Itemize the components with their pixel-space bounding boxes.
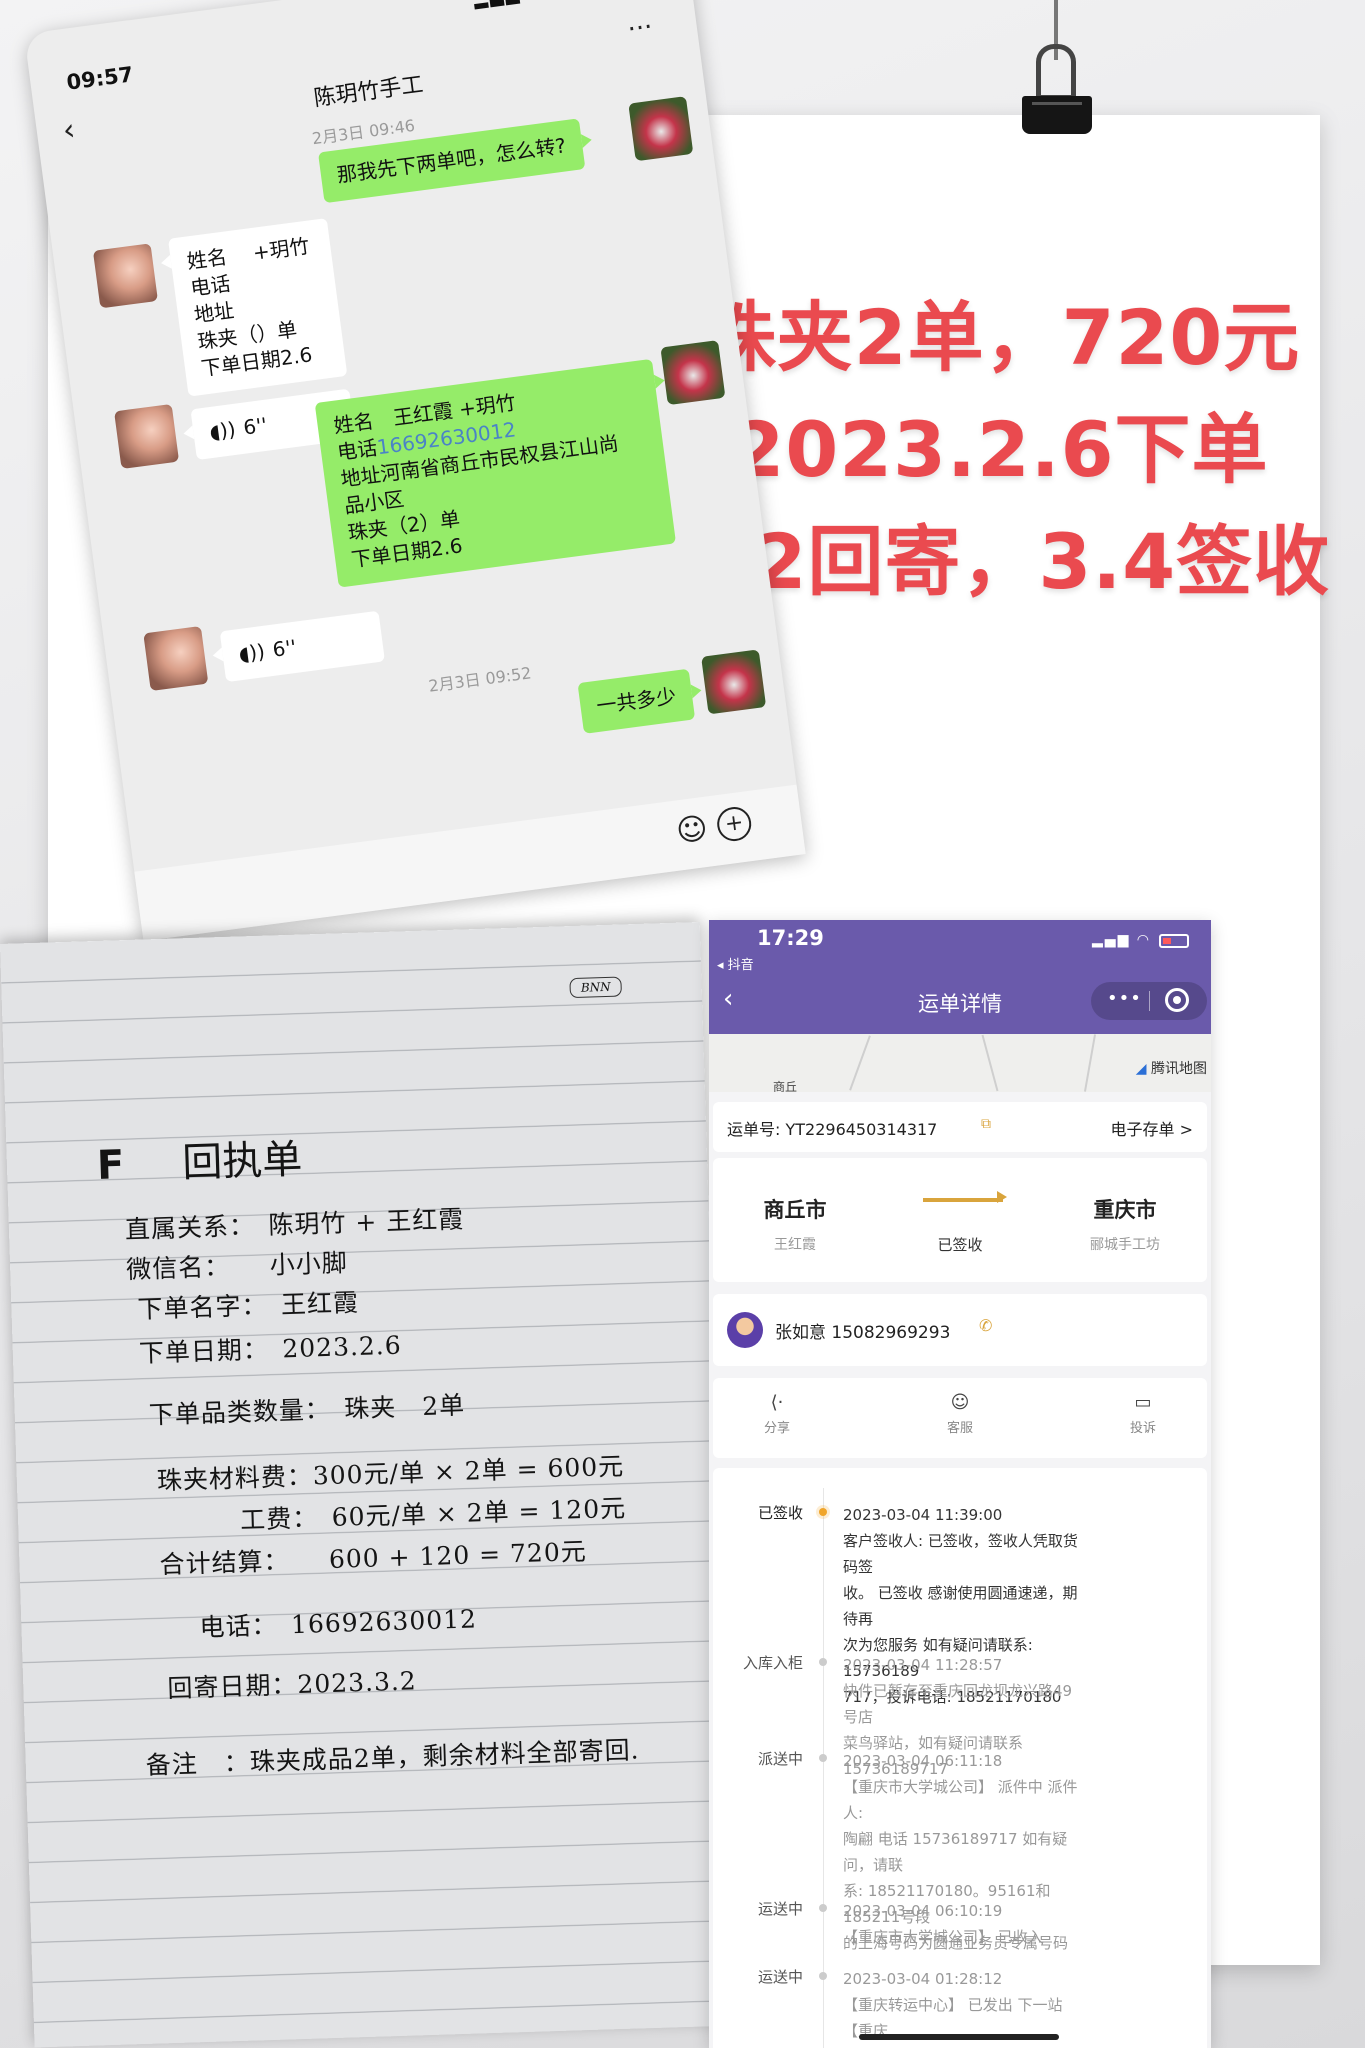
signal-wifi-icon: ▂▄▆ ◠ bbox=[1092, 932, 1151, 948]
courier-card: 张如意 15082969293 ✆ bbox=[713, 1294, 1207, 1366]
timeline-dot-icon bbox=[819, 1972, 827, 1980]
e-receipt-link[interactable]: 电子存单 > bbox=[1111, 1116, 1194, 1140]
timeline-dot-icon bbox=[819, 1508, 827, 1516]
voice-wave-icon: ◖)) bbox=[207, 416, 238, 445]
courier-avatar bbox=[727, 1312, 763, 1348]
tracking-timeline: 已签收 2023-03-04 11:39:00 客户签收人: 已签收，签收人凭取… bbox=[713, 1468, 1207, 2048]
waybill-card: 运单号: YT2296450314317 ⧉ 电子存单 > bbox=[713, 1102, 1207, 1152]
close-target-icon[interactable] bbox=[1165, 988, 1189, 1012]
headline-line-1: 珠夹2单，720元 bbox=[699, 293, 1301, 382]
receiver-name: 郦城手工坊 bbox=[1090, 1237, 1160, 1253]
tracking-screenshot: 17:29 ◂ 抖音 ▂▄▆ ◠ ‹ 运单详情 ••• 商丘 ◢ 腾讯地图 运单… bbox=[709, 920, 1211, 2048]
share-icon: ⟨· bbox=[770, 1392, 784, 1413]
chat-message[interactable]: 一共多少 bbox=[577, 668, 696, 734]
receipt-line: 电话： 16692630012 bbox=[199, 1604, 478, 1643]
handwritten-receipt: BNN F 回执单 直属关系： 陈玥竹 + 王红霞 微信名： 小小脚 下单名字： … bbox=[0, 922, 735, 2048]
origin-city: 商丘市 bbox=[763, 1198, 827, 1222]
chat-message[interactable]: 姓名 +玥竹 电话 地址 珠夹（）单 下单日期2.6 bbox=[167, 218, 348, 397]
timeline-dot-icon bbox=[819, 1658, 827, 1666]
receipt-line: 珠夹材料费：300元/单 × 2单 = 600元 bbox=[156, 1451, 625, 1496]
route-map[interactable]: 商丘 ◢ 腾讯地图 bbox=[709, 1034, 1211, 1092]
receipt-line: 微信名： 小小脚 bbox=[125, 1248, 349, 1285]
receipt-line: 合计结算： 600 + 120 = 720元 bbox=[159, 1536, 588, 1580]
capsule-divider bbox=[1149, 991, 1150, 1011]
avatar[interactable] bbox=[701, 649, 767, 715]
chat-message[interactable]: 姓名 王红霞 +玥竹 电话16692630012 地址河南省商丘市民权县江山尚 … bbox=[314, 358, 677, 588]
home-indicator[interactable] bbox=[859, 2034, 1059, 2040]
avatar[interactable] bbox=[143, 625, 209, 692]
receipt-line: 下单日期： 2023.2.6 bbox=[138, 1330, 403, 1368]
courier-contact: 张如意 15082969293 bbox=[775, 1323, 951, 1343]
map-provider-logo: ◢ 腾讯地图 bbox=[1135, 1061, 1207, 1077]
share-button[interactable]: ⟨· 分享 bbox=[717, 1392, 837, 1436]
avatar[interactable] bbox=[628, 96, 694, 162]
route-card: 商丘市 王红霞 已签收 重庆市 郦城手工坊 bbox=[713, 1158, 1207, 1282]
phone-icon[interactable]: ✆ bbox=[979, 1316, 992, 1335]
avatar[interactable] bbox=[660, 340, 726, 406]
receipt-line: 回寄日期：2023.3.2 bbox=[167, 1666, 418, 1704]
route-arrow-icon bbox=[923, 1191, 1007, 1203]
timestamp: 2月3日 09:52 bbox=[427, 663, 533, 696]
wechat-screenshot: 09:57 ▂▄▆ ◠ ▭ ‹ 陈玥竹手工 ··· 2月3日 09:46 那我先… bbox=[24, 0, 806, 942]
timeline-rail bbox=[823, 1488, 824, 2048]
receipt-line: 直属关系： 陈玥竹 + 王红霞 bbox=[124, 1204, 465, 1245]
customer-service-button[interactable]: ☺ 客服 bbox=[900, 1392, 1020, 1436]
binder-clip-icon bbox=[1022, 96, 1092, 134]
tracking-header: 17:29 ◂ 抖音 ▂▄▆ ◠ ‹ 运单详情 ••• bbox=[709, 920, 1211, 1034]
plus-icon[interactable]: + bbox=[715, 804, 754, 844]
copy-icon[interactable]: ⧉ bbox=[981, 1116, 991, 1132]
receipt-line: 备注 ：珠夹成品2单，剩余材料全部寄回. bbox=[145, 1735, 640, 1780]
timeline-dot-icon bbox=[819, 1754, 827, 1762]
action-bar: ⟨· 分享 ☺ 客服 ▭ 投诉 bbox=[713, 1378, 1207, 1458]
voice-message[interactable]: ◖)) 6'' bbox=[219, 610, 385, 683]
avatar[interactable] bbox=[114, 403, 180, 469]
binder-clip-handle bbox=[1036, 44, 1076, 100]
complaint-icon: ▭ bbox=[1134, 1392, 1152, 1413]
ellipsis-icon[interactable]: ··· bbox=[626, 12, 655, 45]
tencent-map-icon: ◢ bbox=[1135, 1061, 1147, 1077]
customer-service-icon: ☺ bbox=[950, 1392, 970, 1413]
receipt-line: 下单品类数量： 珠夹 2单 bbox=[148, 1390, 466, 1430]
status-time: 17:29 bbox=[757, 926, 824, 950]
signal-wifi-battery-icon: ▂▄▆ ◠ ▭ bbox=[472, 0, 574, 10]
voice-wave-icon: ◖)) bbox=[237, 638, 267, 667]
complaint-button[interactable]: ▭ 投诉 bbox=[1083, 1392, 1203, 1436]
receipt-line: 工费： 60元/单 × 2单 = 120元 bbox=[239, 1493, 627, 1535]
ellipsis-icon[interactable]: ••• bbox=[1107, 988, 1142, 1009]
receipt-heading: F 回执单 bbox=[96, 1136, 303, 1190]
timeline-dot-icon bbox=[819, 1904, 827, 1912]
mini-program-capsule: ••• bbox=[1091, 982, 1207, 1020]
destination-city: 重庆市 bbox=[1093, 1198, 1157, 1222]
battery-icon bbox=[1159, 934, 1189, 948]
emoji-icon[interactable]: ☺ bbox=[674, 811, 710, 850]
notebook-brand: BNN bbox=[569, 976, 622, 999]
map-city-label: 商丘 bbox=[773, 1080, 798, 1092]
receipt-line: 下单名字： 王红霞 bbox=[137, 1287, 360, 1324]
waybill-number: 运单号: YT2296450314317 bbox=[727, 1120, 938, 1139]
back-to-app-link[interactable]: ◂ 抖音 bbox=[717, 954, 754, 973]
avatar[interactable] bbox=[92, 243, 158, 309]
